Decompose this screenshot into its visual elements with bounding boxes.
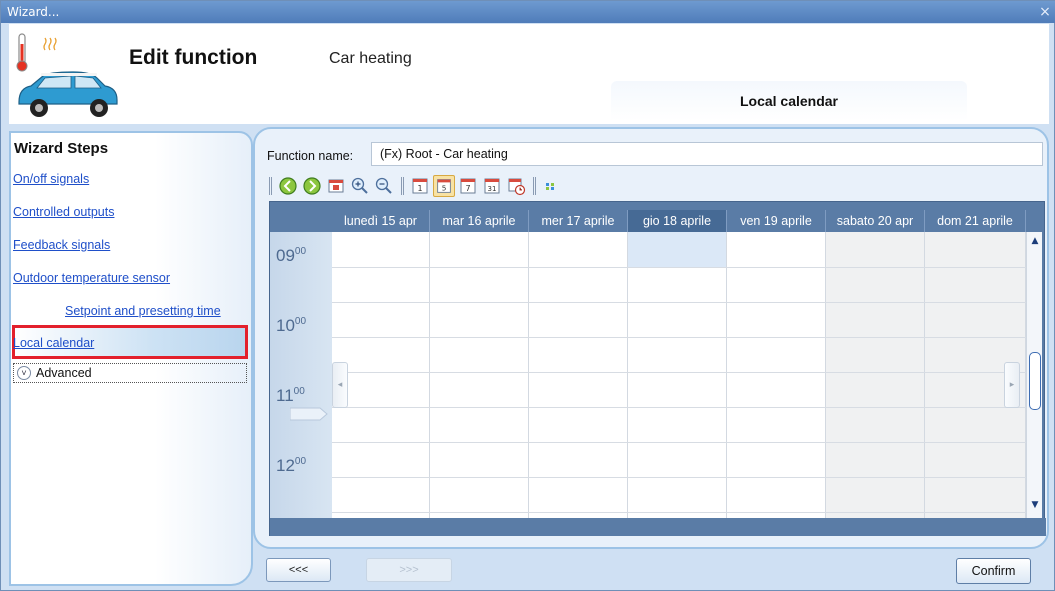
toolbar-separator: [269, 177, 272, 195]
close-icon[interactable]: ×: [1038, 1, 1052, 23]
back-button[interactable]: <<<: [266, 558, 331, 582]
toolbar-separator: [401, 177, 404, 195]
grid-line: [332, 337, 1026, 338]
grid-line: [332, 267, 1026, 268]
day-column[interactable]: [727, 232, 826, 518]
tab-local-calendar[interactable]: Local calendar: [611, 81, 967, 121]
function-name-field[interactable]: (Fx) Root - Car heating: [371, 142, 1043, 166]
grid-line: [332, 302, 1026, 303]
day-column[interactable]: [628, 232, 727, 518]
zoom-out-icon[interactable]: [373, 175, 395, 197]
next-button[interactable]: >>>: [366, 558, 452, 582]
grid-line: [332, 477, 1026, 478]
day-column[interactable]: [826, 232, 925, 518]
car-heating-icon: [16, 33, 118, 117]
step-local-calendar[interactable]: Local calendar: [13, 336, 94, 350]
selected-time-slot[interactable]: [628, 232, 726, 267]
toolbar-separator: [533, 177, 536, 195]
forward-icon[interactable]: [301, 175, 323, 197]
today-icon[interactable]: [325, 175, 347, 197]
day-header[interactable]: sabato 20 apr: [826, 210, 925, 232]
day-column[interactable]: [430, 232, 529, 518]
function-name-label: Function name:: [267, 149, 354, 163]
grid-line: [332, 407, 1026, 408]
calendar-day-headers: lunedì 15 apr mar 16 aprile mer 17 april…: [332, 210, 1026, 232]
grid-line: [332, 512, 1026, 513]
back-icon[interactable]: [277, 175, 299, 197]
day-view-icon[interactable]: 1: [409, 175, 431, 197]
step-on-off-signals[interactable]: On/off signals: [13, 172, 89, 186]
day-header[interactable]: ven 19 aprile: [727, 210, 826, 232]
advanced-label: Advanced: [36, 366, 92, 380]
calendar-toolbar: 1 5 7 31: [269, 173, 1045, 199]
day-header[interactable]: lunedì 15 apr: [332, 210, 430, 232]
grid-line: [332, 372, 1026, 373]
svg-text:5: 5: [442, 184, 447, 193]
day-header[interactable]: dom 21 aprile: [925, 210, 1026, 232]
scroll-down-icon[interactable]: ▼: [1027, 500, 1043, 512]
month-view-icon[interactable]: 31: [481, 175, 503, 197]
step-feedback-signals[interactable]: Feedback signals: [13, 238, 110, 252]
calendar-footer: [270, 518, 1046, 536]
week-view-icon[interactable]: 7: [457, 175, 479, 197]
grid-line: [332, 442, 1026, 443]
hour-label: 1100: [276, 386, 305, 405]
page-title: Edit function: [129, 46, 258, 69]
function-subtitle: Car heating: [329, 50, 412, 67]
step-outdoor-temperature-sensor[interactable]: Outdoor temperature sensor: [13, 271, 170, 285]
main-panel: Function name: (Fx) Root - Car heating 1…: [253, 127, 1049, 549]
step-setpoint-presetting-time[interactable]: Setpoint and presetting time: [65, 304, 221, 318]
wizard-steps-panel: Wizard Steps On/off signals Controlled o…: [9, 131, 253, 586]
wizard-steps-title: Wizard Steps: [14, 140, 109, 157]
timeline-icon[interactable]: [505, 175, 527, 197]
day-column[interactable]: [529, 232, 628, 518]
scroll-thumb[interactable]: [1029, 352, 1041, 410]
workweek-view-icon[interactable]: 5: [433, 175, 455, 197]
day-header-selected[interactable]: gio 18 aprile: [628, 210, 727, 232]
window-title: Wizard...: [7, 5, 60, 19]
current-time-marker: [290, 407, 328, 421]
day-header[interactable]: mar 16 aprile: [430, 210, 529, 232]
confirm-button[interactable]: Confirm: [956, 558, 1031, 584]
header: Edit function Car heating Local calendar: [9, 24, 1049, 124]
vertical-scrollbar[interactable]: ▲ ▼: [1026, 232, 1042, 518]
svg-text:1: 1: [417, 184, 422, 193]
next-appointment-button[interactable]: ▸: [1004, 362, 1020, 408]
scroll-up-icon[interactable]: ▲: [1027, 236, 1043, 248]
hour-label: 1000: [276, 316, 307, 335]
options-icon[interactable]: [541, 175, 563, 197]
wizard-window: Wizard... × Edit function Car heating Lo…: [0, 0, 1055, 591]
chevron-down-icon: ˅: [17, 366, 31, 380]
time-ruler: 0900 1000 1100 1200 1300: [270, 232, 332, 538]
previous-appointment-button[interactable]: ◂: [332, 362, 348, 408]
calendar-grid[interactable]: ◂ ▸: [332, 232, 1026, 518]
day-header[interactable]: mer 17 aprile: [529, 210, 628, 232]
title-bar: Wizard... ×: [1, 1, 1055, 23]
zoom-in-icon[interactable]: [349, 175, 371, 197]
svg-text:7: 7: [465, 184, 470, 193]
hour-label: 0900: [276, 246, 307, 265]
advanced-expander[interactable]: ˅ Advanced: [13, 363, 247, 383]
svg-text:31: 31: [488, 185, 497, 193]
calendar-view: lunedì 15 apr mar 16 aprile mer 17 april…: [269, 201, 1046, 538]
step-controlled-outputs[interactable]: Controlled outputs: [13, 205, 114, 219]
hour-label: 1200: [276, 456, 307, 475]
